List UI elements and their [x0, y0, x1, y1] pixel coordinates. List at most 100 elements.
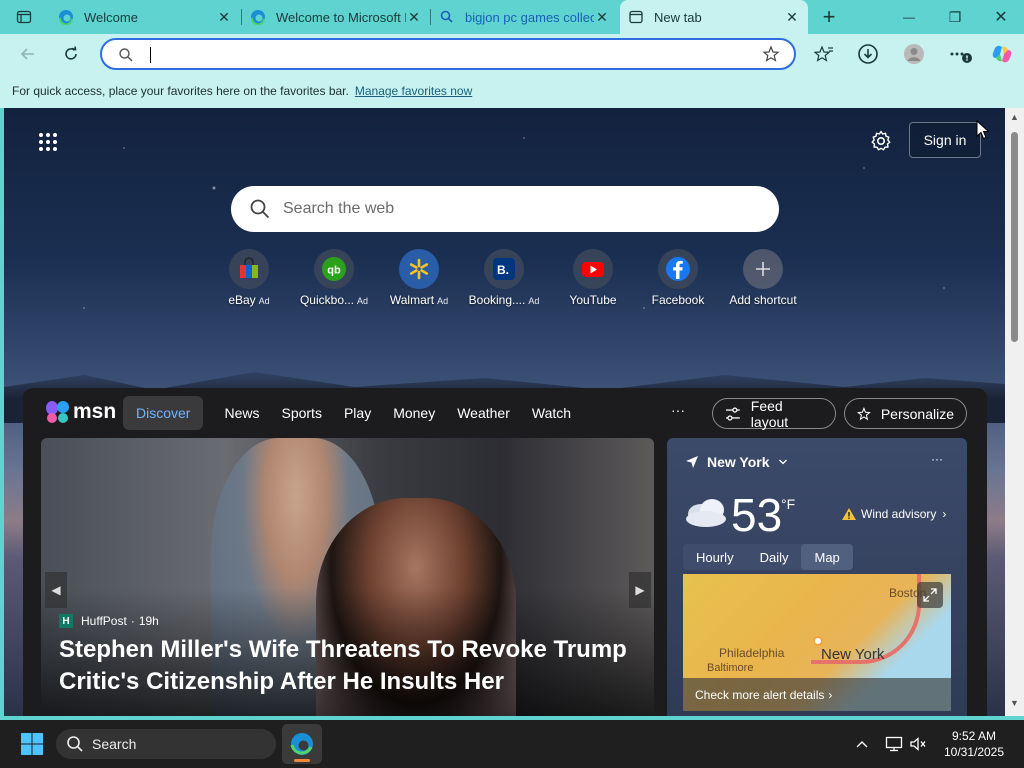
restore-button[interactable]: ❐: [932, 0, 978, 34]
story-age: 19h: [138, 614, 159, 628]
ad-badge: Ad: [528, 296, 540, 306]
shortcut-youtube[interactable]: YouTube: [551, 248, 635, 307]
address-input[interactable]: [150, 44, 750, 64]
taskbar-edge-button[interactable]: [282, 724, 322, 764]
story-source: H HuffPost · 19h: [59, 614, 159, 628]
edge-icon: [251, 10, 265, 25]
nav-sports[interactable]: Sports: [270, 396, 332, 430]
refresh-button[interactable]: [57, 40, 85, 68]
sign-in-button[interactable]: Sign in: [909, 122, 981, 158]
personalize-label: Personalize: [880, 405, 954, 422]
location-arrow-icon: [686, 456, 698, 468]
network-button[interactable]: [884, 734, 904, 754]
weather-location: New York: [707, 454, 770, 470]
close-tab-icon[interactable]: ✕: [784, 9, 800, 26]
weather-location-selector[interactable]: New York: [685, 454, 788, 470]
show-hidden-icons-button[interactable]: [852, 734, 872, 754]
feed-layout-label: Feed layout: [750, 397, 789, 430]
taskbar-clock[interactable]: 9:52 AM 10/31/2025: [934, 728, 1014, 760]
scrollbar-thumb[interactable]: [1011, 132, 1018, 342]
profile-button[interactable]: [900, 40, 928, 68]
tab-new-tab[interactable]: New tab ✕: [620, 0, 808, 34]
personalize-button[interactable]: Personalize: [844, 398, 967, 429]
copilot-icon: [992, 45, 1012, 63]
windows-start-icon[interactable]: [20, 732, 44, 756]
taskbar-search[interactable]: Search: [56, 729, 276, 759]
back-button[interactable]: [14, 40, 42, 68]
warning-icon: [842, 508, 856, 520]
weather-alert-link[interactable]: Wind advisory ›: [841, 507, 946, 521]
msn-logo[interactable]: msn: [45, 400, 116, 424]
quick-links: eBay Ad qb Quickbo... Ad Walmart Ad B. Book…: [219, 248, 819, 312]
weather-temperature: 53: [731, 489, 783, 541]
story-headline[interactable]: Stephen Miller's Wife Threatens To Revok…: [59, 634, 639, 698]
add-shortcut-button[interactable]: Add shortcut: [721, 248, 805, 307]
nav-more-button[interactable]: ···: [671, 402, 685, 418]
weather-tab-hourly[interactable]: Hourly: [683, 544, 747, 570]
nav-money[interactable]: Money: [382, 396, 446, 430]
svg-text:qb: qb: [327, 265, 341, 277]
close-tab-icon[interactable]: ✕: [594, 9, 610, 26]
close-tab-icon[interactable]: ✕: [216, 9, 232, 26]
nav-weather[interactable]: Weather: [446, 396, 521, 430]
favorites-button[interactable]: [810, 40, 838, 68]
huffpost-logo-icon: H: [59, 614, 73, 628]
chevron-down-icon: [778, 459, 787, 465]
clock-time: 9:52 AM: [951, 729, 997, 743]
nav-news[interactable]: News: [213, 396, 270, 430]
manage-favorites-link[interactable]: Manage favorites now: [355, 84, 472, 98]
weather-more-button[interactable]: ···: [931, 452, 943, 466]
feed-layout-button[interactable]: Feed layout: [712, 397, 836, 430]
hero-story-card[interactable]: ◀ ▶ H HuffPost · 19h Stephen Miller's Wi…: [41, 438, 654, 716]
page-scrollbar[interactable]: ▲ ▼: [1005, 108, 1024, 716]
msn-butterfly-icon: [46, 401, 69, 423]
weather-card: New York ··· 53 °F Wind advisory › Hourl…: [667, 438, 967, 716]
web-search-placeholder: Search the web: [283, 200, 395, 217]
shortcut-quickbooks[interactable]: qb Quickbo... Ad: [292, 248, 376, 307]
shortcut-walmart[interactable]: Walmart Ad: [377, 248, 461, 307]
nav-play[interactable]: Play: [333, 396, 382, 430]
shortcut-ebay[interactable]: eBay Ad: [207, 248, 291, 307]
quickbooks-icon: qb: [322, 257, 346, 281]
copilot-button[interactable]: [988, 40, 1016, 68]
shortcut-label: Quickbo...: [299, 293, 354, 307]
new-tab-button[interactable]: +: [806, 0, 852, 34]
weather-tab-map[interactable]: Map: [801, 544, 853, 570]
page-settings-gear-icon[interactable]: [870, 130, 892, 152]
nav-discover[interactable]: Discover: [123, 396, 204, 430]
cloudy-icon: [686, 499, 726, 527]
nav-watch[interactable]: Watch: [521, 396, 582, 430]
close-window-button[interactable]: ✕: [978, 0, 1024, 34]
close-tab-icon[interactable]: ✕: [406, 9, 422, 26]
tab-bigjon-search[interactable]: bigjon pc games collect ✕: [431, 0, 618, 34]
app-launcher-icon[interactable]: [38, 132, 58, 152]
scroll-down-arrow-icon[interactable]: ▼: [1009, 698, 1020, 708]
favorite-star-icon[interactable]: [762, 45, 780, 63]
expand-map-button[interactable]: [917, 582, 943, 608]
check-alert-details-link[interactable]: Check more alert details ›: [683, 678, 951, 711]
profile-avatar-icon: [904, 44, 924, 64]
web-search-box[interactable]: Search the web: [231, 186, 779, 232]
minimize-button[interactable]: —: [886, 0, 932, 34]
shortcut-facebook[interactable]: Facebook: [636, 248, 720, 307]
carousel-next-button[interactable]: ▶: [629, 572, 651, 608]
youtube-icon: [582, 262, 604, 277]
tab-welcome-microsoft-edge[interactable]: Welcome to Microsoft E ✕: [242, 0, 430, 34]
tab-actions-icon[interactable]: [10, 3, 38, 31]
tab-welcome[interactable]: Welcome ✕: [50, 0, 240, 34]
tab-title: New tab: [654, 9, 702, 25]
weather-tab-daily[interactable]: Daily: [747, 544, 802, 570]
carousel-previous-button[interactable]: ◀: [45, 572, 67, 608]
address-bar[interactable]: [100, 38, 796, 70]
volume-button[interactable]: [908, 734, 928, 754]
shortcut-booking[interactable]: B. Booking.... Ad: [462, 248, 546, 307]
search-icon: [250, 199, 270, 219]
weather-alert-map[interactable]: Boston Philadelphia Baltimore New York C…: [683, 574, 951, 711]
new-tab-page: Sign in Search the web eBay Ad qb Quickbo…: [4, 108, 1005, 716]
back-arrow-icon: [20, 48, 34, 60]
settings-and-more-button[interactable]: [946, 40, 974, 68]
scroll-up-arrow-icon[interactable]: ▲: [1009, 112, 1020, 122]
edge-icon: [290, 733, 313, 755]
location-marker: [813, 636, 823, 646]
downloads-button[interactable]: [854, 40, 882, 68]
